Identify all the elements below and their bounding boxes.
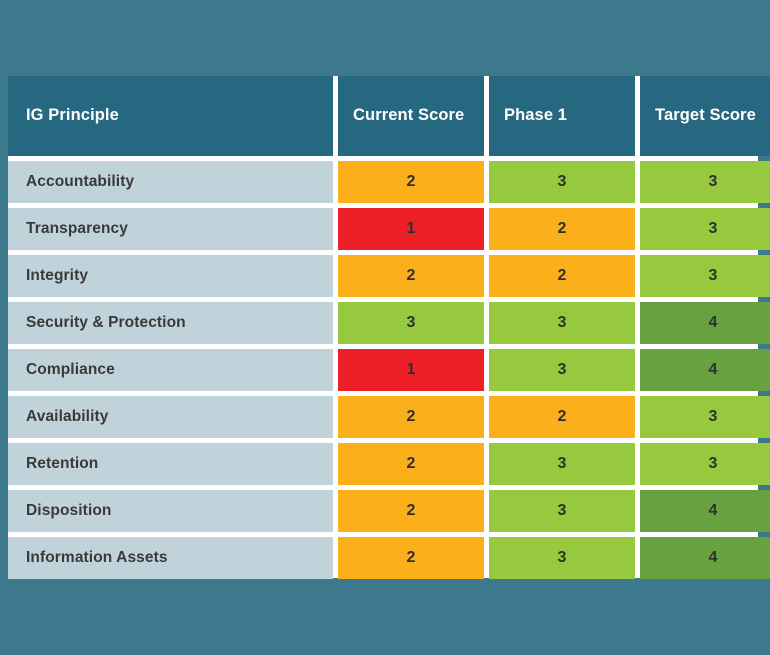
score-cell-phase-1: 3 — [489, 302, 635, 344]
table-header: IG Principle Current Score Phase 1 Targe… — [8, 76, 770, 156]
column-header-ig-principle: IG Principle — [8, 76, 333, 156]
score-cell-target-score: 3 — [640, 443, 770, 485]
score-cell-current-score: 2 — [338, 161, 484, 203]
score-cell-phase-1: 2 — [489, 208, 635, 250]
score-cell-current-score: 1 — [338, 208, 484, 250]
principle-label: Transparency — [8, 208, 333, 250]
table-row: Compliance 1 3 4 — [8, 349, 770, 391]
score-cell-phase-1: 3 — [489, 161, 635, 203]
score-cell-phase-1: 3 — [489, 537, 635, 579]
principle-label: Retention — [8, 443, 333, 485]
score-cell-phase-1: 2 — [489, 255, 635, 297]
table-row: Security & Protection 3 3 4 — [8, 302, 770, 344]
principle-label: Availability — [8, 396, 333, 438]
score-cell-current-score: 3 — [338, 302, 484, 344]
table-row: Transparency 1 2 3 — [8, 208, 770, 250]
table-row: Accountability 2 3 3 — [8, 161, 770, 203]
score-cell-target-score: 4 — [640, 490, 770, 532]
table-body: Accountability 2 3 3 Transparency 1 2 3 Integrit… — [8, 161, 770, 579]
score-cell-current-score: 2 — [338, 255, 484, 297]
score-cell-phase-1: 3 — [489, 443, 635, 485]
score-cell-current-score: 2 — [338, 537, 484, 579]
score-cell-target-score: 4 — [640, 537, 770, 579]
principle-label: Integrity — [8, 255, 333, 297]
score-cell-current-score: 1 — [338, 349, 484, 391]
principle-label: Disposition — [8, 490, 333, 532]
score-cell-target-score: 4 — [640, 349, 770, 391]
score-cell-phase-1: 3 — [489, 349, 635, 391]
score-cell-target-score: 3 — [640, 208, 770, 250]
score-cell-phase-1: 3 — [489, 490, 635, 532]
score-cell-target-score: 3 — [640, 396, 770, 438]
score-cell-current-score: 2 — [338, 490, 484, 532]
column-header-current-score: Current Score — [338, 76, 484, 156]
principle-label: Security & Protection — [8, 302, 333, 344]
table-row: Disposition 2 3 4 — [8, 490, 770, 532]
table-row: Availability 2 2 3 — [8, 396, 770, 438]
maturity-matrix-card: IG Principle Current Score Phase 1 Targe… — [8, 76, 770, 579]
score-cell-target-score: 3 — [640, 255, 770, 297]
table-row: Retention 2 3 3 — [8, 443, 770, 485]
score-cell-phase-1: 2 — [489, 396, 635, 438]
column-header-phase-1: Phase 1 — [489, 76, 635, 156]
score-cell-current-score: 2 — [338, 396, 484, 438]
score-cell-target-score: 3 — [640, 161, 770, 203]
score-cell-target-score: 4 — [640, 302, 770, 344]
page-root: IG Principle Current Score Phase 1 Targe… — [0, 0, 770, 655]
table-row: Integrity 2 2 3 — [8, 255, 770, 297]
principle-label: Accountability — [8, 161, 333, 203]
principle-label: Information Assets — [8, 537, 333, 579]
table-header-row: IG Principle Current Score Phase 1 Targe… — [8, 76, 770, 156]
ig-maturity-table: IG Principle Current Score Phase 1 Targe… — [3, 71, 770, 584]
principle-label: Compliance — [8, 349, 333, 391]
table-row: Information Assets 2 3 4 — [8, 537, 770, 579]
score-cell-current-score: 2 — [338, 443, 484, 485]
column-header-target-score: Target Score — [640, 76, 770, 156]
